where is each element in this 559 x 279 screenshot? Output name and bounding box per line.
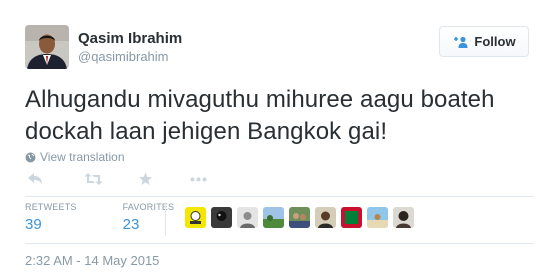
tweet-stats: RETWEETS 39 FAVORITES 23 [25, 202, 200, 236]
retweets-count: 39 [25, 216, 42, 233]
retweet-icon [84, 173, 103, 185]
retweet-button[interactable] [84, 172, 103, 186]
user-avatar[interactable] [211, 207, 232, 228]
user-avatar[interactable] [263, 207, 284, 228]
retweets-label: RETWEETS [25, 202, 77, 212]
reply-icon [28, 173, 42, 184]
divider [25, 243, 534, 244]
tweet-actions [27, 170, 234, 188]
retweets-stat[interactable]: RETWEETS 39 [25, 202, 77, 236]
user-avatar[interactable] [367, 207, 388, 228]
reply-button[interactable] [27, 172, 43, 186]
author-info: Qasim Ibrahim @qasimibrahim [78, 30, 182, 65]
author-handle[interactable]: @qasimibrahim [78, 49, 182, 65]
favorites-stat[interactable]: FAVORITES 23 [123, 202, 175, 236]
tweet-text: Alhugandu mivaguthu mihuree aagu boateh … [25, 86, 495, 145]
view-translation-label: View translation [40, 150, 125, 164]
user-avatar[interactable] [237, 207, 258, 228]
favorite-icon [139, 172, 152, 185]
user-avatar[interactable] [289, 207, 310, 228]
view-translation-link[interactable]: View translation [25, 150, 125, 164]
globe-icon [25, 152, 36, 162]
more-icon [190, 177, 207, 181]
user-avatar[interactable] [315, 207, 336, 228]
tweet-timestamp[interactable]: 2:32 AM - 14 May 2015 [25, 253, 159, 269]
stats-separator [165, 203, 166, 236]
more-button[interactable] [190, 177, 207, 182]
user-avatar[interactable] [393, 207, 414, 228]
follow-user-icon [454, 36, 468, 48]
follow-button[interactable]: Follow [439, 26, 529, 57]
favorited-by-avatars [185, 207, 419, 228]
author-name[interactable]: Qasim Ibrahim [78, 30, 182, 48]
avatar[interactable] [25, 25, 69, 69]
follow-label: Follow [474, 34, 516, 49]
favorites-label: FAVORITES [122, 202, 175, 212]
favorites-count: 23 [122, 216, 140, 233]
favorite-button[interactable] [138, 172, 153, 186]
divider [25, 196, 534, 197]
user-avatar[interactable] [341, 207, 362, 228]
user-avatar[interactable] [185, 207, 206, 228]
